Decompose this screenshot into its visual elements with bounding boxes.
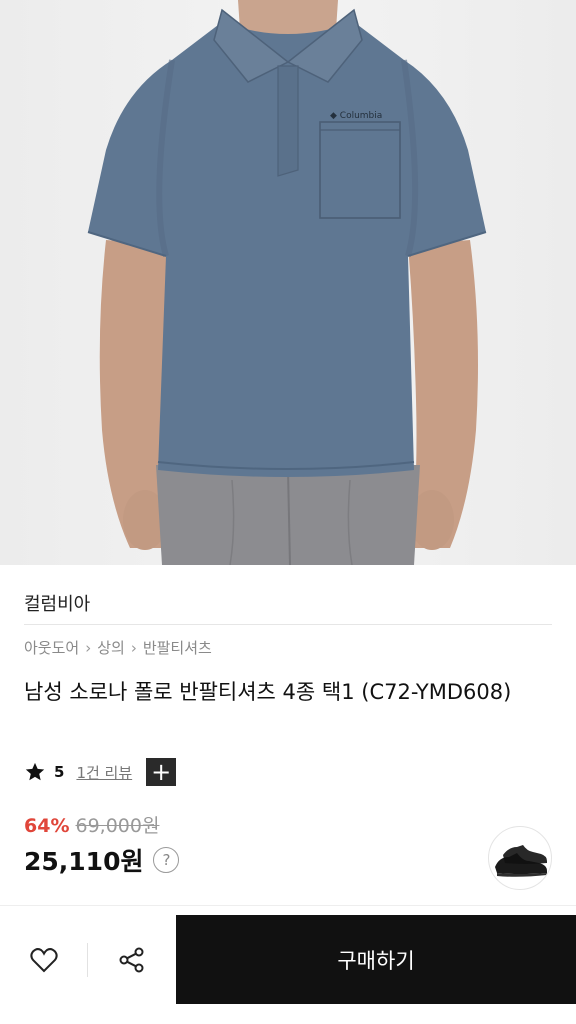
original-price: 69,000원 bbox=[75, 815, 160, 837]
chevron-right-icon: › bbox=[85, 638, 92, 657]
rating-row: 5 1건 리뷰 + bbox=[24, 758, 177, 786]
related-product-thumbnail[interactable] bbox=[488, 826, 552, 890]
discount-row: 64% 69,000원 bbox=[24, 811, 159, 838]
share-button[interactable] bbox=[88, 915, 176, 1004]
shoe-image bbox=[495, 845, 547, 877]
star-icon bbox=[25, 762, 45, 781]
discount-rate: 64% bbox=[24, 815, 70, 837]
product-title: 남성 소로나 폴로 반팔티셔츠 4종 택1 (C72-YMD608) bbox=[24, 680, 512, 704]
price-row: 25,110원 ? bbox=[24, 842, 180, 878]
bottom-safe-area bbox=[0, 1004, 576, 1024]
product-photo: ◆ Columbia bbox=[87, 0, 487, 565]
brand-name[interactable]: 컬럼비아 bbox=[24, 590, 90, 616]
breadcrumb-item-short-sleeve[interactable]: 반팔티셔츠 bbox=[143, 637, 212, 658]
chevron-right-icon: › bbox=[130, 638, 137, 657]
shirt-logo: ◆ Columbia bbox=[330, 111, 382, 121]
divider bbox=[24, 624, 552, 625]
bottom-action-bar: 구매하기 bbox=[0, 915, 576, 1004]
wishlist-button[interactable] bbox=[0, 915, 88, 1004]
breadcrumb: 아웃도어 › 상의 › 반팔티셔츠 bbox=[24, 637, 212, 658]
sale-price: 25,110원 bbox=[24, 847, 144, 876]
plus-icon[interactable]: + bbox=[146, 758, 177, 786]
breadcrumb-item-top[interactable]: 상의 bbox=[97, 637, 125, 658]
buy-button[interactable]: 구매하기 bbox=[176, 915, 576, 1004]
heart-icon bbox=[30, 947, 58, 972]
review-count-link[interactable]: 1건 리뷰 bbox=[76, 762, 132, 783]
price-info-icon[interactable]: ? bbox=[153, 847, 180, 873]
product-image[interactable]: ◆ Columbia bbox=[0, 0, 576, 565]
divider bbox=[0, 905, 576, 906]
share-icon bbox=[119, 947, 144, 972]
breadcrumb-item-outdoor[interactable]: 아웃도어 bbox=[24, 637, 79, 658]
rating-score: 5 bbox=[54, 763, 65, 781]
